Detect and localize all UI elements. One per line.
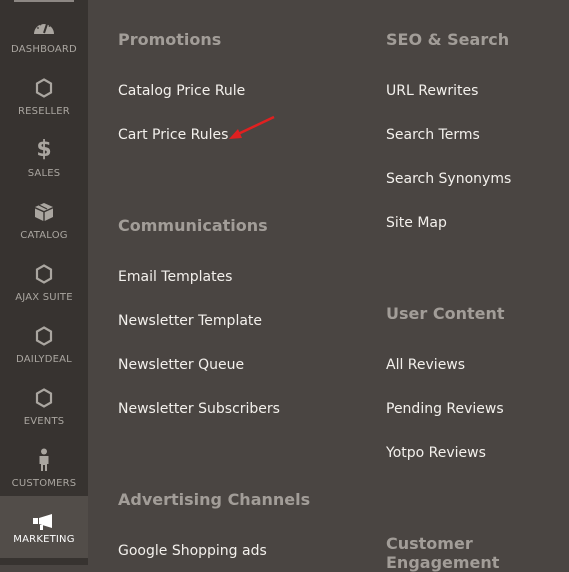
- sidebar-item-label: MARKETING: [13, 534, 75, 545]
- dollar-icon: $: [36, 137, 52, 162]
- menu-link-site-map[interactable]: Site Map: [386, 215, 447, 231]
- menu-link-url-rewrites[interactable]: URL Rewrites: [386, 83, 478, 99]
- annotation-arrow-icon: [229, 115, 275, 139]
- section-title-communications: Communications: [118, 216, 268, 235]
- menu-link-search-terms[interactable]: Search Terms: [386, 127, 480, 143]
- sidebar-item-dashboard[interactable]: DASHBOARD: [0, 14, 88, 76]
- sidebar-item-catalog[interactable]: CATALOG: [0, 200, 88, 262]
- dashboard-icon: [0, 14, 88, 38]
- hexagon-icon: [0, 386, 88, 410]
- sidebar-item-sales[interactable]: $ SALES: [0, 138, 88, 200]
- sidebar-item-label: CUSTOMERS: [11, 478, 77, 489]
- menu-link-newsletter-template[interactable]: Newsletter Template: [118, 313, 262, 329]
- menu-link-email-templates[interactable]: Email Templates: [118, 269, 232, 285]
- section-title-seo-search: SEO & Search: [386, 30, 510, 49]
- menu-link-newsletter-queue[interactable]: Newsletter Queue: [118, 357, 244, 373]
- box-icon: [0, 200, 88, 224]
- menu-link-search-synonyms[interactable]: Search Synonyms: [386, 171, 511, 187]
- sidebar-item-ajax-suite[interactable]: AJAX SUITE: [0, 262, 88, 324]
- menu-link-newsletter-subscribers[interactable]: Newsletter Subscribers: [118, 401, 280, 417]
- sidebar-item-label: AJAX SUITE: [15, 292, 73, 303]
- sidebar-logo-edge: [14, 0, 74, 2]
- sidebar-item-label: DAILYDEAL: [16, 354, 72, 365]
- section-title-customer-engagement: Customer Engagement: [386, 534, 500, 572]
- sidebar-item-label: DASHBOARD: [11, 44, 77, 55]
- section-title-promotions: Promotions: [118, 30, 222, 49]
- sidebar-item-reseller[interactable]: RESELLER: [0, 76, 88, 138]
- section-title-advertising-channels: Advertising Channels: [118, 490, 311, 509]
- sidebar-item-label: EVENTS: [23, 416, 65, 427]
- sidebar-item-dailydeal[interactable]: DAILYDEAL: [0, 324, 88, 386]
- menu-link-cart-price-rules[interactable]: Cart Price Rules: [118, 127, 228, 143]
- section-title-user-content: User Content: [386, 304, 505, 323]
- hexagon-icon: [0, 76, 88, 100]
- menu-link-yotpo-reviews[interactable]: Yotpo Reviews: [386, 445, 486, 461]
- sidebar-item-events[interactable]: EVENTS: [0, 386, 88, 448]
- admin-sidebar: DASHBOARD RESELLER $ SALES CATALOG AJAX …: [0, 0, 88, 565]
- hexagon-icon: [0, 324, 88, 348]
- sidebar-item-marketing[interactable]: MARKETING: [0, 496, 88, 558]
- menu-link-catalog-price-rule[interactable]: Catalog Price Rule: [118, 83, 245, 99]
- hexagon-icon: [0, 262, 88, 286]
- sidebar-item-label: SALES: [27, 168, 61, 179]
- sidebar-item-label: RESELLER: [18, 106, 70, 117]
- megaphone-icon: [0, 510, 88, 534]
- person-icon: [0, 448, 88, 472]
- sidebar-item-label: CATALOG: [20, 230, 68, 241]
- menu-link-pending-reviews[interactable]: Pending Reviews: [386, 401, 504, 417]
- menu-link-google-shopping-ads[interactable]: Google Shopping ads: [118, 543, 267, 559]
- menu-link-all-reviews[interactable]: All Reviews: [386, 357, 465, 373]
